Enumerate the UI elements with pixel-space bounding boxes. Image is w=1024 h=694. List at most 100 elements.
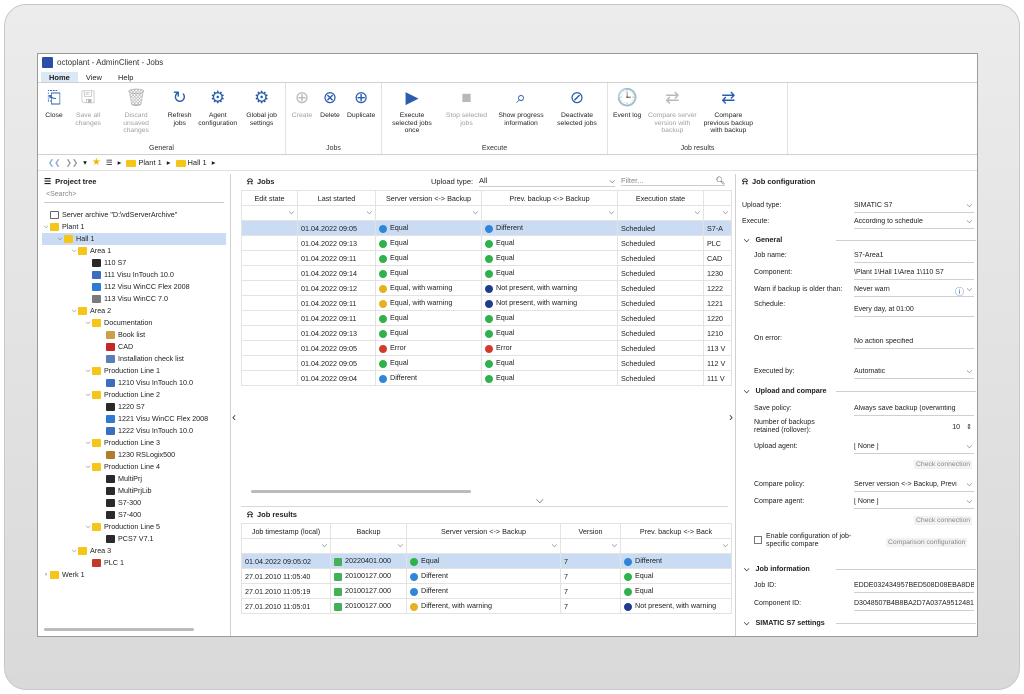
ribbon-button-event-log[interactable]: 🕒 Event log <box>610 85 644 145</box>
collapse-left-icon[interactable]: ‹ <box>232 410 236 424</box>
column-filter[interactable]: ⌵ <box>481 205 618 221</box>
ribbon-button-compare-previous-backup-with-backup[interactable]: ⇄ Compare previous backup with backup <box>700 85 756 145</box>
enable-compare-checkbox[interactable] <box>754 536 762 544</box>
component-input[interactable]: \Plant 1\Hall 1\Area 1\110 S7 <box>854 269 974 276</box>
column-header[interactable] <box>703 190 732 206</box>
tree-item[interactable]: 1210 Visu InTouch 10.0 <box>42 377 226 389</box>
tree-item[interactable]: Installation check list <box>42 353 226 365</box>
tree-item[interactable]: ⌵ Plant 1 <box>42 221 226 233</box>
expand-toggle-icon[interactable]: ⌵ <box>56 233 64 245</box>
tree-item[interactable]: ⌵ Documentation <box>42 317 226 329</box>
table-row[interactable]: 01.04.2022 09:12 Equal, with warning Not p… <box>241 280 732 296</box>
comparison-configuration-button[interactable]: Comparison configuration <box>886 538 968 547</box>
breadcrumb-plant[interactable]: Plant 1 <box>126 158 162 167</box>
table-row[interactable]: 01.04.2022 09:05:02 20220401.000 Equal 7 Dif… <box>241 553 732 569</box>
splitter-chevron-icon[interactable]: ⌵ <box>536 495 544 506</box>
column-header[interactable]: Version <box>560 523 621 539</box>
expand-toggle-icon[interactable]: ⌵ <box>42 221 50 233</box>
tree-item[interactable]: S7-300 <box>42 497 226 509</box>
list-icon[interactable]: ☰ <box>106 158 113 167</box>
table-row[interactable]: 01.04.2022 09:11 Equal Equal Scheduled 1220 <box>241 310 732 326</box>
upload-agent-select[interactable]: [ None ] ⌵ <box>854 443 974 450</box>
retained-stepper[interactable]: 10 ⇕ <box>854 424 974 431</box>
table-row[interactable]: 01.04.2022 09:05 Error Error Scheduled 113 V <box>241 340 732 356</box>
tree-item[interactable]: Book list <box>42 329 226 341</box>
tree-item[interactable]: 111 Visu InTouch 10.0 <box>42 269 226 281</box>
tree-item[interactable]: MultiPrjLib <box>42 485 226 497</box>
expand-toggle-icon[interactable]: ⌵ <box>84 437 92 449</box>
ribbon-button-create[interactable]: ⊕ Create <box>288 85 316 145</box>
ribbon-button-refresh-jobs[interactable]: ↻ Refresh jobs <box>164 85 195 145</box>
tree-scrollbar[interactable] <box>44 628 194 631</box>
forward-icon[interactable]: ❯❯ <box>66 158 79 167</box>
tree-item[interactable]: 1222 Visu InTouch 10.0 <box>42 425 226 437</box>
table-row[interactable]: 01.04.2022 09:13 Equal Equal Scheduled PLC <box>241 235 732 251</box>
column-header[interactable]: Prev. backup <-> Backup <box>481 190 618 206</box>
expand-toggle-icon[interactable]: ⌵ <box>84 365 92 377</box>
section-upload-compare[interactable]: ⌵ Upload and compare <box>744 386 827 396</box>
column-filter[interactable]: ⌵ <box>620 538 732 554</box>
column-header[interactable]: Server version <-> Backup <box>406 523 561 539</box>
ribbon-button-global-job-settings[interactable]: ⚙ Global job settings <box>240 85 283 145</box>
compare-policy-select[interactable]: Server version <-> Backup, Previ ⌵ <box>854 481 974 488</box>
tree-item[interactable]: 1221 Visu WinCC Flex 2008 <box>42 413 226 425</box>
table-row[interactable]: 27.01.2010 11:05:40 20100127.000 Different… <box>241 568 732 584</box>
jobs-scrollbar[interactable] <box>251 490 471 493</box>
ribbon-button-save-all-changes[interactable]: 🖫 Save all changes <box>68 85 108 145</box>
column-header[interactable]: Server version <-> Backup <box>375 190 482 206</box>
ribbon-button-close[interactable]: ⎗ Close <box>40 85 68 145</box>
section-job-information[interactable]: ⌵ Job information <box>744 564 810 574</box>
upload-type-select[interactable]: All ⌵ <box>479 176 615 187</box>
menu-view[interactable]: View <box>78 73 110 82</box>
ribbon-button-agent-configuration[interactable]: ⚙ Agent configuration <box>195 85 240 145</box>
expand-toggle-icon[interactable]: ⌵ <box>70 305 78 317</box>
menu-home[interactable]: Home <box>41 72 78 82</box>
column-header[interactable]: Edit state <box>241 190 298 206</box>
column-header[interactable]: Last started <box>297 190 376 206</box>
ribbon-button-compare-server-version-with-backup[interactable]: ⇄ Compare server version with backup <box>644 85 700 145</box>
column-header[interactable]: Backup <box>330 523 407 539</box>
expand-toggle-icon[interactable]: ⌵ <box>84 461 92 473</box>
column-filter[interactable]: ⌵ <box>297 205 376 221</box>
execute-select[interactable]: According to schedule ⌵ <box>854 218 974 225</box>
column-filter[interactable]: ⌵ <box>703 205 732 221</box>
breadcrumb-hall[interactable]: Hall 1 <box>175 158 207 167</box>
save-policy-select[interactable]: Always save backup (overwriting <box>854 405 974 412</box>
jobs-filter-input[interactable]: Filter... 🔍︎ <box>621 176 725 186</box>
tree-item[interactable]: 1230 RSLogix500 <box>42 449 226 461</box>
tree-item[interactable]: PLC 1 <box>42 557 226 569</box>
stepper-icon[interactable]: ⇕ <box>966 424 972 431</box>
ribbon-button-deactivate-selected-jobs[interactable]: ⊘ Deactivate selected jobs <box>549 85 605 145</box>
ribbon-button-duplicate[interactable]: ⊕ Duplicate <box>344 85 378 145</box>
column-header[interactable]: Prev. backup <-> Back <box>620 523 732 539</box>
table-row[interactable]: 01.04.2022 09:05 Equal Equal Scheduled 112 V <box>241 355 732 371</box>
tree-item[interactable]: 113 Visu WinCC 7.0 <box>42 293 226 305</box>
table-row[interactable]: 01.04.2022 09:11 Equal, with warning Not p… <box>241 295 732 311</box>
compare-agent-select[interactable]: [ None ] ⌵ <box>854 498 974 505</box>
column-header[interactable]: Execution state <box>617 190 704 206</box>
back-icon[interactable]: ❮❮ <box>48 158 61 167</box>
ribbon-button-show-progress-information[interactable]: ⌕ Show progress information <box>493 85 549 145</box>
expand-toggle-icon[interactable]: ⌵ <box>70 245 78 257</box>
table-row[interactable]: 01.04.2022 09:05 Equal Different Scheduled S… <box>241 220 732 236</box>
ribbon-button-discard-unsaved-changes[interactable]: 🗑 Discard unsaved changes <box>108 85 164 145</box>
tree-item[interactable]: ⌵ Area 1 <box>42 245 226 257</box>
table-row[interactable]: 01.04.2022 09:04 Different Equal Scheduled 1… <box>241 370 732 386</box>
section-general[interactable]: ⌵ General <box>744 235 782 245</box>
expand-toggle-icon[interactable]: ⌵ <box>84 317 92 329</box>
column-filter[interactable]: ⌵ <box>241 205 298 221</box>
expand-toggle-icon[interactable]: ⌵ <box>84 389 92 401</box>
column-filter[interactable]: ⌵ <box>617 205 704 221</box>
ribbon-button-stop-selected-jobs[interactable]: ■ Stop selected jobs <box>440 85 493 145</box>
favorite-star-icon[interactable]: ★ <box>92 157 101 168</box>
tree-item[interactable]: ⌵ Production Line 2 <box>42 389 226 401</box>
check-connection-button[interactable]: Check connection <box>914 516 973 525</box>
upload-type-select[interactable]: SIMATIC S7 ⌵ <box>854 202 974 209</box>
tree-item[interactable]: ⌵ Hall 1 <box>42 233 226 245</box>
expand-toggle-icon[interactable]: ⌵ <box>70 545 78 557</box>
table-row[interactable]: 27.01.2010 11:05:19 20100127.000 Different… <box>241 583 732 599</box>
job-name-input[interactable]: S7-Area1 <box>854 252 974 259</box>
column-filter[interactable]: ⌵ <box>375 205 482 221</box>
tree-item[interactable]: S7-400 <box>42 509 226 521</box>
ribbon-button-execute-selected-jobs-once[interactable]: ▶ Execute selected jobs once <box>384 85 440 145</box>
